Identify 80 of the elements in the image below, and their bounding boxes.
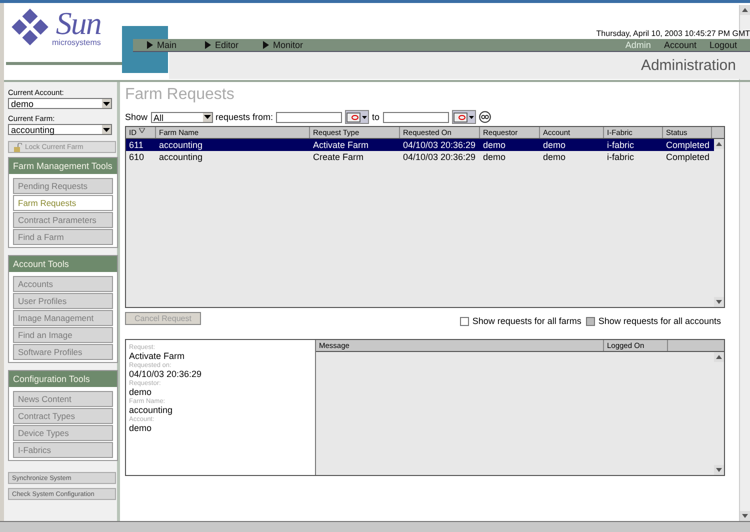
logo-tagline: microsystems	[52, 38, 101, 46]
logo-wordmark: Sun	[56, 8, 101, 38]
circle-icon[interactable]	[478, 111, 491, 123]
panel-header: Account Tools	[9, 256, 117, 272]
scroll-up-icon[interactable]	[714, 352, 724, 362]
sidebar-item[interactable]: Contract Parameters	[13, 212, 113, 228]
sidebar-item[interactable]: Pending Requests	[13, 178, 113, 194]
triangle-icon	[147, 41, 153, 49]
filter-label: to	[372, 112, 380, 122]
table-cell-text: accounting	[158, 140, 204, 150]
section-title: Administration	[640, 57, 737, 74]
scrollbar[interactable]	[714, 352, 724, 475]
nav-link[interactable]: Logout	[709, 40, 737, 50]
calendar-button[interactable]	[452, 110, 476, 124]
checkbox-label: Show requests for all accounts	[598, 316, 721, 326]
account-select[interactable]: demo	[8, 98, 112, 109]
panel-header: Farm Management Tools	[9, 158, 117, 174]
sidebar-item[interactable]: Device Types	[13, 425, 113, 441]
sidebar-item[interactable]: Contract Types	[13, 408, 113, 424]
scroll-down-icon[interactable]	[740, 511, 750, 521]
sidebar-item[interactable]: Farm Requests	[13, 195, 113, 211]
filter-label: Show	[125, 112, 148, 122]
date-field[interactable]	[382, 112, 449, 122]
table-cell-text: 611	[128, 140, 144, 150]
sidebar-item[interactable]: I-Fabrics	[13, 442, 113, 458]
checkbox[interactable]	[460, 316, 470, 326]
sidebar-item[interactable]: Find a Farm	[13, 229, 113, 245]
table-row[interactable]: 610 accounting Create Farm 04/10/03 20:36:29 demo demo i-fabric Completed	[126, 151, 714, 163]
farm-select[interactable]: accounting	[8, 124, 112, 135]
table-cell-text: 04/10/03 20:36:29	[402, 152, 477, 162]
triangle-icon	[205, 41, 211, 49]
detail-value: demo	[129, 423, 153, 433]
detail-value: accounting	[129, 405, 174, 415]
sidebar-item[interactable]: News Content	[13, 391, 113, 407]
checkbox-label: Show requests for all farms	[472, 316, 582, 326]
nav-link[interactable]: Editor	[205, 40, 253, 50]
date-text: Thursday, April 10, 2003 10:45:27 PM GMT	[596, 29, 750, 38]
table-cell-text: demo	[482, 140, 507, 150]
dropdown-icon	[202, 112, 212, 122]
table-cell-text: 610	[128, 152, 146, 162]
dropdown-icon	[102, 125, 111, 134]
sidebar-item[interactable]: Software Profiles	[13, 344, 113, 360]
table-cell-text: Activate Farm	[312, 140, 370, 150]
sidebar-item[interactable]: Find an Image	[13, 327, 113, 343]
scroll-down-icon[interactable]	[714, 297, 724, 307]
table-cell-text: Completed	[665, 140, 711, 150]
table-cell-text: accounting	[158, 152, 204, 162]
table-cell-text: demo	[482, 152, 507, 162]
table-cell-text: i-fabric	[606, 152, 636, 162]
table-cell-text: Completed	[665, 152, 711, 162]
scroll-up-icon[interactable]	[740, 5, 750, 15]
panel-header: Configuration Tools	[9, 371, 117, 387]
page-title: Farm Requests	[125, 86, 236, 104]
triangle-icon	[263, 41, 269, 49]
date-field[interactable]	[276, 112, 342, 122]
show-select[interactable]: All	[150, 112, 213, 122]
table-cell-text: demo	[542, 140, 567, 150]
nav-link[interactable]: Monitor	[263, 40, 311, 50]
sidebar-item[interactable]: Accounts	[13, 276, 113, 292]
logo-icon	[10, 7, 50, 47]
lock-icon	[13, 142, 22, 152]
dropdown-icon	[102, 99, 111, 108]
scroll-down-icon[interactable]	[714, 465, 724, 475]
calendar-button[interactable]	[345, 110, 370, 124]
scroll-up-icon[interactable]	[714, 139, 724, 149]
detail-value: 04/10/03 20:36:29	[129, 369, 203, 379]
filter-label: requests from:	[216, 112, 274, 122]
nav-link[interactable]: Admin	[625, 40, 651, 50]
detail-value: demo	[129, 387, 153, 397]
nav-link[interactable]: Account	[664, 40, 696, 50]
scrollbar[interactable]	[714, 139, 724, 307]
nav-link[interactable]: Main	[147, 40, 195, 50]
table-cell-text: demo	[542, 152, 567, 162]
sidebar-item[interactable]: Image Management	[13, 310, 113, 326]
table-cell-text: i-fabric	[606, 140, 636, 150]
table-row[interactable]: 611 accounting Activate Farm 04/10/03 20:36:29 demo demo i-fabric Completed	[126, 139, 714, 151]
table-cell-text: Create Farm	[312, 152, 365, 162]
table-cell-text: 04/10/03 20:36:29	[402, 140, 477, 150]
detail-value: Activate Farm	[129, 351, 186, 361]
sidebar-item[interactable]: User Profiles	[13, 293, 113, 309]
